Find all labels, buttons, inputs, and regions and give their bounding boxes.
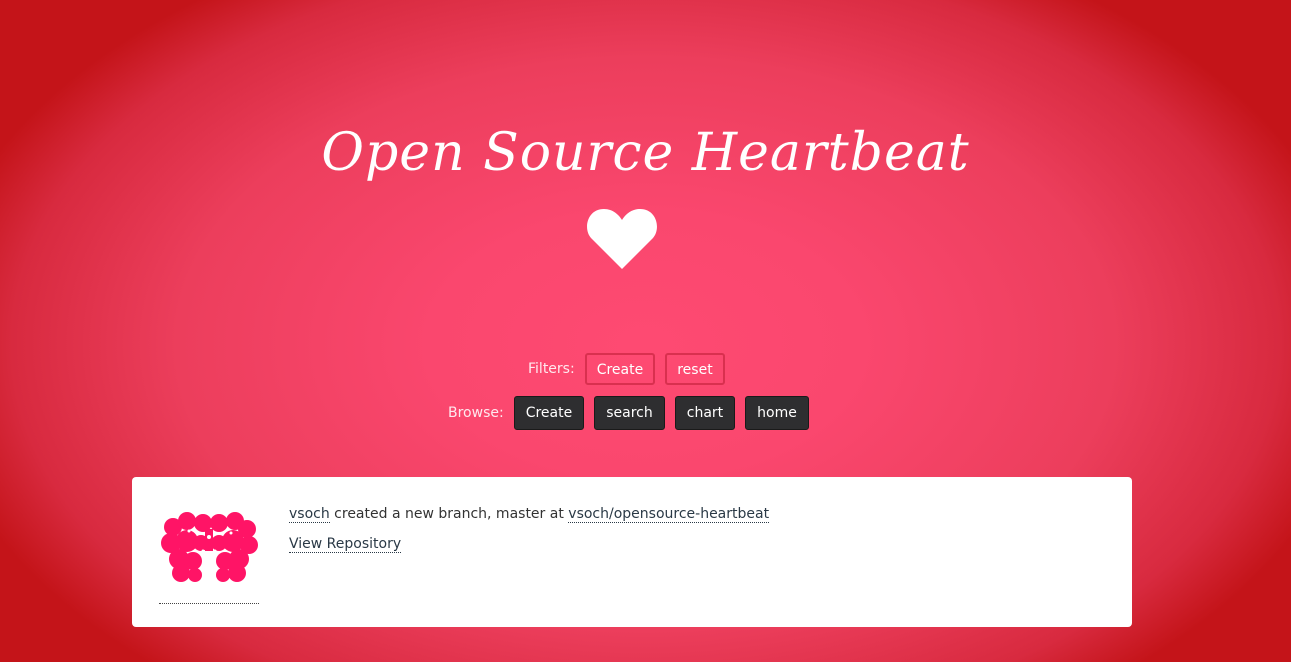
event-view-row: View Repository <box>289 534 402 554</box>
event-user-link[interactable]: vsoch <box>289 506 330 523</box>
filters-label: Filters: <box>528 361 575 377</box>
browse-create-button[interactable]: Create <box>513 396 585 430</box>
view-repository-link[interactable]: View Repository <box>289 536 402 553</box>
filter-reset-button[interactable]: reset <box>665 353 725 385</box>
user-avatar-icon <box>161 512 258 582</box>
event-action-text: created a new branch, master at <box>334 506 564 522</box>
event-repo-link[interactable]: vsoch/opensource-heartbeat <box>568 506 770 523</box>
browse-label: Browse: <box>448 405 504 421</box>
heart-icon <box>587 209 657 269</box>
browse-bar: Browse: Create search chart home <box>448 396 819 430</box>
filters-bar: Filters: Create reset <box>528 353 735 385</box>
browse-chart-button[interactable]: chart <box>674 396 736 430</box>
filter-create-button[interactable]: Create <box>584 353 656 385</box>
event-card: vsoch created a new branch, master at vs… <box>132 477 1132 627</box>
event-description: vsoch created a new branch, master at vs… <box>289 504 770 524</box>
browse-search-button[interactable]: search <box>594 396 665 430</box>
browse-home-button[interactable]: home <box>745 396 809 430</box>
avatar[interactable] <box>159 511 259 604</box>
page-title: Open Source Heartbeat <box>321 123 970 183</box>
